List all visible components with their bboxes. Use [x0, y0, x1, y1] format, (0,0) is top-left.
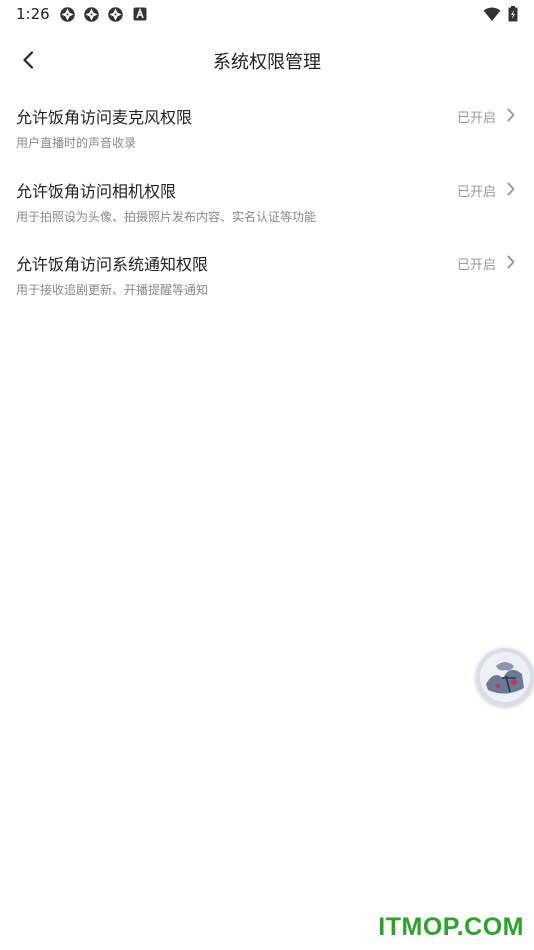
status-bar: 1:26 [0, 0, 534, 28]
page-title: 系统权限管理 [213, 52, 321, 73]
watermark: ITMOP.COM [378, 913, 524, 941]
permission-item-microphone[interactable]: 允许饭角访问麦克风权限 用户直播时的声音收录 已开启 [0, 94, 534, 168]
chevron-right-icon [507, 108, 515, 122]
wifi-icon [483, 7, 501, 21]
permission-item-camera[interactable]: 允许饭角访问相机权限 用于拍照设为头像、拍摄照片发布内容、实名认证等功能 已开启 [0, 168, 534, 242]
aperture-icon [84, 7, 99, 22]
permission-item-notification[interactable]: 允许饭角访问系统通知权限 用于接收追剧更新、开播提醒等通知 已开启 [0, 241, 534, 315]
permission-title: 允许饭角访问系统通知权限 [16, 255, 209, 274]
permission-title: 允许饭角访问麦克风权限 [16, 108, 193, 127]
permission-description: 用户直播时的声音收录 [16, 136, 137, 150]
status-time: 1:26 [16, 5, 50, 23]
aperture-icon [108, 7, 123, 22]
battery-charging-icon [508, 6, 518, 22]
permission-status: 已开启 [456, 184, 496, 200]
permission-status: 已开启 [456, 111, 496, 126]
floating-avatar-button[interactable] [476, 648, 534, 706]
permission-description: 用于接收追剧更新、开播提醒等通知 [16, 283, 209, 297]
floating-avatar-icon [476, 648, 534, 706]
permission-status: 已开启 [456, 258, 496, 273]
a-box-icon [133, 7, 147, 21]
chevron-right-icon [507, 255, 515, 269]
permission-list: 允许饭角访问麦克风权限 用户直播时的声音收录 已开启 允许饭角访问相机权限 用于… [0, 94, 534, 315]
permission-description: 用于拍照设为头像、拍摄照片发布内容、实名认证等功能 [16, 209, 317, 224]
nav-bar: 系统权限管理 [0, 36, 534, 82]
aperture-icon [60, 7, 75, 22]
chevron-right-icon [507, 182, 515, 195]
permission-title: 允许饭角访问相机权限 [16, 181, 177, 201]
